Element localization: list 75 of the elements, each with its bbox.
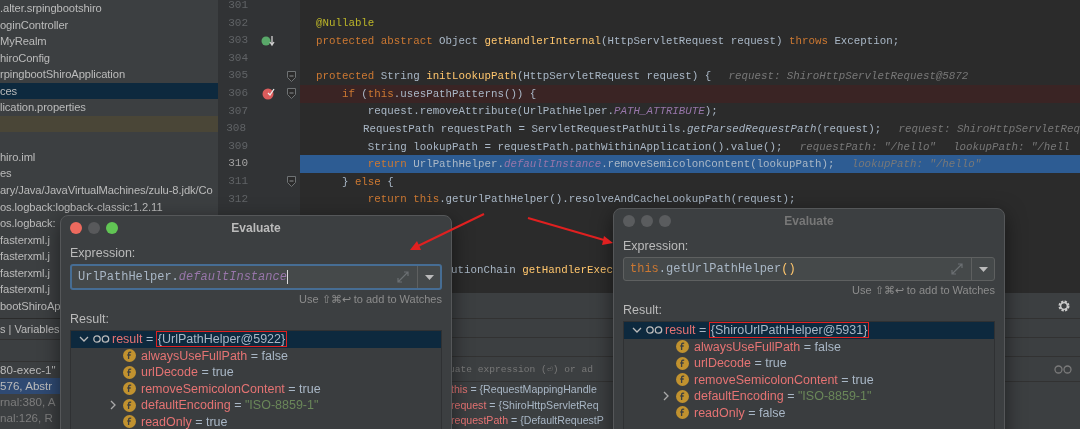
code-line: } else { — [340, 174, 395, 190]
settings-icon[interactable] — [1057, 298, 1071, 313]
selected-result-row[interactable]: result = {UrlPathHelper@5922} — [71, 331, 441, 348]
field-icon — [676, 406, 689, 420]
field-icon — [676, 373, 689, 387]
field-entry: urlDecode = true — [694, 356, 787, 371]
watches-hint: Use ⇧⌘↩ to add to Watches — [852, 284, 995, 297]
field-entry: defaultEncoding = "ISO-8859-1" — [694, 389, 872, 404]
field-entry: readOnly = true — [141, 414, 228, 429]
code-line: request.removeAttribute(UrlPathHelper.PATH_ATTRIBUTE); — [366, 104, 719, 120]
code-line: protected String initLookupPath(HttpServletRequest request) { request: ShiroHttpServletRequest@5872 — [315, 69, 970, 85]
chevron-right-icon[interactable] — [662, 391, 670, 402]
expression-field[interactable]: this.getUrlPathHelper() — [623, 257, 995, 281]
tree-item[interactable]: lication.properties — [0, 99, 218, 116]
code-line: RequestPath requestPath = ServletRequestPathUtils.getParsedRequestPath(request); request: ShiroHttpServletReq — [361, 121, 1080, 137]
tree-item[interactable]: MyRealm — [0, 33, 218, 50]
result-label: Result: — [70, 312, 109, 326]
expression-label: Expression: — [70, 246, 136, 260]
field-icon — [676, 356, 689, 370]
expand-icon[interactable] — [397, 271, 409, 283]
variable-entry[interactable]: request = {ShiroHttpServletReq — [451, 398, 599, 411]
fold-marker-icon[interactable] — [286, 88, 296, 100]
glasses-icon[interactable] — [1054, 364, 1072, 374]
line-number: 310 — [228, 157, 248, 170]
close-window-button[interactable] — [70, 222, 82, 234]
implemented-method-icon[interactable] — [261, 35, 275, 47]
glasses-icon — [646, 326, 663, 335]
code-line: String lookupPath = requestPath.pathWithinApplication().value(); requestPath: "/hello" lookupPath: "/hell — [366, 139, 1071, 155]
field-entry: alwaysUseFullPath = false — [694, 339, 841, 354]
tree-item[interactable]: hiroConfig — [0, 49, 218, 67]
field-icon — [123, 398, 136, 412]
expand-icon[interactable] — [951, 263, 963, 275]
field-icon — [123, 349, 136, 363]
code-line: @Nullable — [315, 16, 376, 32]
field-icon — [123, 382, 136, 396]
tree-item[interactable]: es — [0, 165, 218, 182]
field-icon — [676, 389, 689, 403]
code-line: return this.getUrlPathHelper().resolveAndCacheLookupPath(request); — [366, 192, 797, 208]
variable-entry[interactable]: this = {RequestMappingHandle — [451, 383, 597, 395]
chevron-right-icon[interactable] — [109, 400, 117, 411]
code-line: utionChain getHandlerExec — [451, 263, 613, 276]
debug-tabs[interactable]: s | Variables — [0, 323, 60, 335]
tree-item[interactable]: oginController — [0, 16, 218, 34]
tree-item[interactable]: ary/Java/JavaVirtualMachines/zulu-8.jdk/Co — [0, 182, 218, 199]
fold-marker-icon[interactable] — [286, 176, 296, 188]
code-line: protected abstract Object getHandlerInternal(HttpServletRequest request) throws Exception; — [315, 34, 901, 49]
variable-entry[interactable]: requestPath = {DefaultRequestP — [451, 414, 604, 426]
field-entry: removeSemicolonContent = true — [141, 381, 321, 396]
watches-hint: Use ⇧⌘↩ to add to Watches — [299, 293, 442, 306]
glasses-icon — [93, 335, 110, 344]
field-icon — [676, 340, 689, 354]
expression-label: Expression: — [623, 239, 689, 253]
field-entry: defaultEncoding = "ISO-8859-1" — [141, 398, 319, 413]
tree-item[interactable]: hiro.iml — [0, 148, 218, 166]
dialog-title: Evaluate — [784, 214, 834, 228]
tree-item[interactable]: os.logback:logback-classic:1.2.11 — [0, 198, 218, 216]
selected-result-row[interactable]: result = {ShiroUrlPathHelper@5931} — [624, 322, 994, 339]
field-entry: removeSemicolonContent = true — [694, 372, 874, 387]
result-entry: result = {ShiroUrlPathHelper@5931} — [665, 323, 869, 338]
field-entry: readOnly = false — [694, 405, 786, 420]
fold-marker-icon[interactable] — [286, 70, 296, 82]
result-label: Result: — [623, 303, 662, 317]
caret-icon — [424, 274, 434, 280]
zoom-window-button[interactable] — [106, 222, 118, 234]
result-entry: result = {UrlPathHelper@5922} — [112, 332, 287, 347]
field-entry: alwaysUseFullPath = false — [141, 348, 288, 363]
field-entry: urlDecode = true — [141, 365, 234, 380]
expression-field[interactable]: UrlPathHelper.defaultInstance — [70, 264, 442, 290]
tree-item[interactable]: ces — [0, 82, 218, 100]
field-icon — [123, 365, 136, 379]
tree-item[interactable]: .alter.srpingbootshiro — [0, 0, 218, 17]
dialog-title: Evaluate — [231, 221, 281, 235]
breakpoint-icon[interactable] — [261, 87, 275, 101]
tree-item[interactable]: rpingbootShiroApplication — [0, 66, 218, 83]
caret-icon — [978, 266, 988, 272]
